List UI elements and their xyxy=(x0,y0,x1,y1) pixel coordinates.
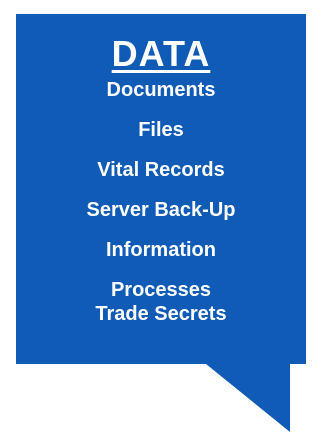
list-item: Files xyxy=(138,119,184,141)
callout-list: Documents Files Vital Records Server Bac… xyxy=(16,80,306,324)
list-item: Information xyxy=(106,239,216,261)
list-item: Trade Secrets xyxy=(95,303,227,325)
list-item: Documents xyxy=(106,79,216,101)
callout-content: DATA Documents Files Vital Records Serve… xyxy=(16,14,306,364)
list-item: Processes xyxy=(110,279,212,301)
speech-bubble-graphic: DATA Documents Files Vital Records Serve… xyxy=(0,0,323,433)
callout-title: DATA xyxy=(111,33,211,74)
list-item: Vital Records xyxy=(97,159,225,181)
list-item: Server Back-Up xyxy=(86,199,236,221)
